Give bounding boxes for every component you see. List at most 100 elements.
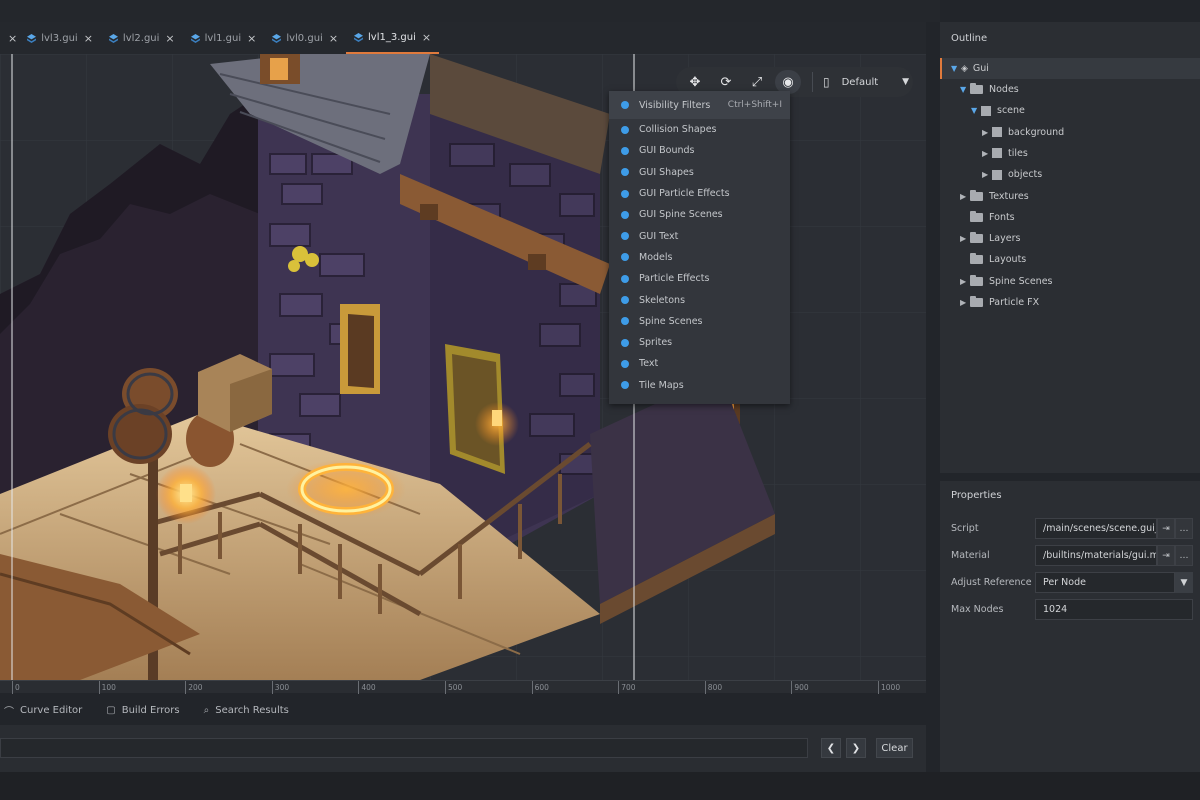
outline-item-label: scene xyxy=(997,105,1025,117)
menu-item-text[interactable]: Text xyxy=(609,353,790,374)
tab-lvl0-gui[interactable]: lvl0.gui × xyxy=(264,22,346,54)
menu-item-label: GUI Text xyxy=(639,230,679,242)
title-bar xyxy=(0,0,940,22)
outline-item-scene[interactable]: ▼ scene xyxy=(971,100,1025,121)
outline-title: Outline xyxy=(951,33,988,44)
chevron-right-icon[interactable]: ▶ xyxy=(982,128,992,137)
close-icon[interactable]: × xyxy=(165,32,174,45)
outline-item-spine-scenes[interactable]: ▶ Spine Scenes xyxy=(960,271,1053,292)
menu-item-sprites[interactable]: Sprites xyxy=(609,332,790,353)
toggle-dot-icon xyxy=(621,317,629,326)
outline-item-label: Gui xyxy=(972,63,989,74)
menu-item-gui-bounds[interactable]: GUI Bounds xyxy=(609,140,790,161)
menu-item-particle-effects[interactable]: Particle Effects xyxy=(609,268,790,289)
material-field[interactable]: /builtins/materials/gui.m xyxy=(1035,545,1157,566)
ruler-tick-label: 900 xyxy=(791,681,809,694)
bottom-tab-curve-editor[interactable]: ⌒ Curve Editor xyxy=(4,703,82,718)
horizontal-ruler: 0 100 200 300 400 500 600 700 800 900 1000 xyxy=(0,680,926,694)
outline-item-label: background xyxy=(1008,126,1065,138)
close-icon[interactable]: × xyxy=(247,32,256,45)
menu-item-gui-particle-effects[interactable]: GUI Particle Effects xyxy=(609,183,790,204)
tab-lvl1-gui[interactable]: lvl1.gui × xyxy=(183,22,265,54)
menu-item-tile-maps[interactable]: Tile Maps xyxy=(609,375,790,396)
outline-item-layers[interactable]: ▶ Layers xyxy=(960,228,1020,249)
outline-item-particle-fx[interactable]: ▶ Particle FX xyxy=(960,292,1039,313)
ruler-tick-label: 100 xyxy=(98,681,116,694)
toggle-dot-icon xyxy=(621,381,629,390)
outline-item-gui-content: ▼ ◈ Gui xyxy=(951,58,989,79)
clear-button[interactable]: Clear xyxy=(876,738,913,758)
gui-file-icon xyxy=(190,33,200,43)
close-icon[interactable]: × xyxy=(329,32,338,45)
folder-icon xyxy=(970,296,983,307)
chevron-right-icon[interactable]: ▶ xyxy=(982,170,992,179)
script-goto-button[interactable]: ⇥ xyxy=(1157,518,1175,539)
max-nodes-label: Max Nodes xyxy=(951,604,1004,615)
close-icon[interactable]: × xyxy=(84,32,93,45)
outline-item-label: objects xyxy=(1008,169,1043,181)
menu-item-label: Particle Effects xyxy=(639,273,710,285)
outline-item-nodes[interactable]: ▼ Nodes xyxy=(960,79,1019,100)
bottom-tab-label: Build Errors xyxy=(121,704,180,716)
script-browse-button[interactable]: … xyxy=(1175,518,1193,539)
outline-item-fonts[interactable]: Fonts xyxy=(960,207,1015,228)
chevron-right-icon[interactable]: ▶ xyxy=(982,149,992,158)
curve-icon: ⌒ xyxy=(4,706,14,718)
adjust-reference-select[interactable]: Per Node xyxy=(1035,572,1175,593)
prev-result-button[interactable]: ❮ xyxy=(821,738,841,758)
toggle-dot-icon xyxy=(621,253,629,262)
toggle-dot-icon xyxy=(621,189,629,198)
menu-item-visibility-filters[interactable]: Visibility Filters Ctrl+Shift+I xyxy=(609,91,790,119)
menu-item-spine-scenes[interactable]: Spine Scenes xyxy=(609,311,790,332)
chevron-right-icon[interactable]: ▶ xyxy=(960,298,970,307)
outline-item-layouts[interactable]: Layouts xyxy=(960,249,1026,270)
ruler-tick-label: 200 xyxy=(185,681,203,694)
folder-icon xyxy=(970,274,983,286)
menu-item-label: GUI Bounds xyxy=(639,145,695,157)
toggle-dot-icon xyxy=(621,274,629,283)
next-result-button[interactable]: ❯ xyxy=(846,738,866,758)
chevron-down-icon[interactable]: ▼ xyxy=(960,85,970,94)
outline-item-objects[interactable]: ▶ objects xyxy=(982,164,1042,185)
material-browse-button[interactable]: … xyxy=(1175,545,1193,566)
script-field[interactable]: /main/scenes/scene.gui_ xyxy=(1035,518,1157,539)
tab-label: lvl1.gui xyxy=(204,32,242,44)
console-search-input[interactable] xyxy=(0,738,808,758)
folder-icon xyxy=(970,232,983,244)
menu-item-gui-text[interactable]: GUI Text xyxy=(609,225,790,246)
search-icon: ⌕ xyxy=(203,704,210,716)
close-icon[interactable]: × xyxy=(422,31,431,44)
chevron-down-icon[interactable]: ▼ xyxy=(1175,572,1193,593)
outline-item-textures[interactable]: ▶ Textures xyxy=(960,186,1029,207)
layout-select[interactable]: ▯ Default ▼ xyxy=(823,75,909,89)
close-icon[interactable]: × xyxy=(8,32,17,45)
menu-item-gui-shapes[interactable]: GUI Shapes xyxy=(609,162,790,183)
outline-item-tiles[interactable]: ▶ tiles xyxy=(982,143,1028,164)
chevron-right-icon[interactable]: ▶ xyxy=(960,192,970,201)
menu-item-collision-shapes[interactable]: Collision Shapes xyxy=(609,119,790,140)
tab-lvl2-gui[interactable]: lvl2.gui × xyxy=(101,22,183,54)
bottom-tab-label: Curve Editor xyxy=(20,704,83,716)
outline-item-background[interactable]: ▶ background xyxy=(982,122,1064,143)
tab-lvl3-gui[interactable]: × lvl3.gui × xyxy=(0,22,101,54)
status-bar xyxy=(0,772,1200,800)
gui-file-icon xyxy=(27,33,37,43)
material-goto-button[interactable]: ⇥ xyxy=(1157,545,1175,566)
bottom-tab-build-errors[interactable]: ▢ Build Errors xyxy=(106,705,179,716)
folder-icon xyxy=(970,210,983,222)
bottom-tab-search-results[interactable]: ⌕ Search Results xyxy=(204,705,289,716)
menu-item-skeletons[interactable]: Skeletons xyxy=(609,289,790,310)
outline-item-gui[interactable]: ▼ ◈ Gui xyxy=(940,58,1200,79)
tab-lvl1-3-gui[interactable]: lvl1_3.gui × xyxy=(346,22,440,54)
chevron-right-icon[interactable]: ▶ xyxy=(960,234,970,243)
menu-item-gui-spine-scenes[interactable]: GUI Spine Scenes xyxy=(609,204,790,225)
chevron-down-icon[interactable]: ▼ xyxy=(971,106,981,115)
max-nodes-field[interactable]: 1024 xyxy=(1035,599,1193,620)
outline-item-label: Particle FX xyxy=(989,297,1040,308)
menu-item-label: GUI Particle Effects xyxy=(639,188,730,200)
menu-item-models[interactable]: Models xyxy=(609,247,790,268)
toggle-dot-icon xyxy=(621,359,629,368)
toggle-dot-icon xyxy=(621,338,629,347)
chevron-right-icon[interactable]: ▶ xyxy=(960,277,970,286)
ruler-tick-label: 500 xyxy=(445,681,462,694)
